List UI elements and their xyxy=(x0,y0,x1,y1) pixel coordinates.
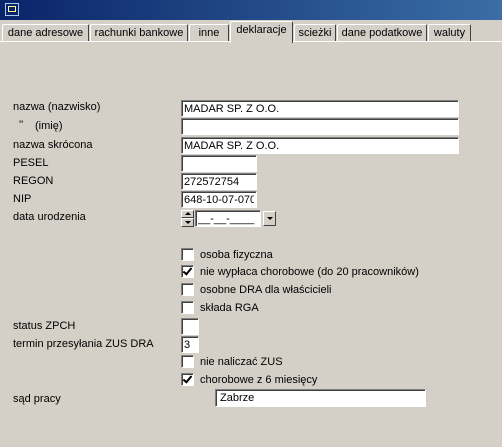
deklaracje-panel: nazwa (nazwisko) '' (imię) nazwa skrócon… xyxy=(0,41,502,447)
sad-pracy-label: sąd pracy xyxy=(13,393,61,405)
nie-wyplaca-chorobowe-label: nie wypłaca chorobowe (do 20 pracowników… xyxy=(200,266,419,278)
pesel-label: PESEL xyxy=(13,157,49,169)
status-zpch-label: status ZPCH xyxy=(13,320,76,332)
tab-dane-adresowe[interactable]: dane adresowe xyxy=(2,24,89,42)
tab-rachunki-bankowe[interactable]: rachunki bankowe xyxy=(90,24,188,42)
nie-naliczac-zus-checkbox[interactable] xyxy=(181,355,194,368)
data-urodzenia-label: data urodzenia xyxy=(13,211,86,223)
spin-down-icon[interactable] xyxy=(181,218,194,227)
nazwa-skrocona-label: nazwa skrócona xyxy=(13,139,93,151)
sklada-rga-label: składa RGA xyxy=(200,302,259,314)
termin-label: termin przesyłania ZUS DRA xyxy=(13,338,154,350)
chorobowe-6-miesiecy-checkbox[interactable] xyxy=(181,373,194,386)
tab-deklaracje[interactable]: deklaracje xyxy=(230,21,293,43)
tab-bar: dane adresowe rachunki bankowe inne dekl… xyxy=(0,20,502,43)
nip-label: NIP xyxy=(13,193,32,205)
nie-naliczac-zus-label: nie naliczać ZUS xyxy=(200,356,283,368)
tab-inne[interactable]: inne xyxy=(189,24,229,42)
tab-sciezki[interactable]: scieżki xyxy=(294,24,336,42)
spin-up-icon[interactable] xyxy=(181,210,194,218)
imie-label-ditto: '' xyxy=(19,119,24,131)
regon-label: REGON xyxy=(13,175,54,187)
osoba-fizyczna-checkbox[interactable] xyxy=(181,248,194,261)
date-spinner[interactable] xyxy=(181,210,194,227)
nip-input[interactable] xyxy=(181,191,257,208)
tab-waluty[interactable]: waluty xyxy=(428,24,471,42)
osoba-fizyczna-label: osoba fizyczna xyxy=(200,249,273,261)
title-bar xyxy=(0,0,502,20)
imie-input[interactable] xyxy=(181,118,459,135)
pesel-input[interactable] xyxy=(181,155,257,172)
nazwa-skrocona-input[interactable] xyxy=(181,137,459,154)
imie-label: (imię) xyxy=(35,120,63,132)
osobne-dra-checkbox[interactable] xyxy=(181,283,194,296)
data-urodzenia-input[interactable] xyxy=(195,210,261,227)
nie-wyplaca-chorobowe-checkbox[interactable] xyxy=(181,265,194,278)
termin-input[interactable] xyxy=(181,336,199,353)
sad-pracy-input[interactable] xyxy=(215,389,426,407)
app-logo-icon[interactable] xyxy=(5,3,19,16)
status-zpch-input[interactable] xyxy=(181,318,199,335)
osobne-dra-label: osobne DRA dla właścicieli xyxy=(200,284,332,296)
nazwa-label: nazwa (nazwisko) xyxy=(13,101,101,113)
chorobowe-6-miesiecy-label: chorobowe z 6 miesięcy xyxy=(200,374,318,386)
sklada-rga-checkbox[interactable] xyxy=(181,301,194,314)
calendar-dropdown-icon[interactable] xyxy=(263,211,276,226)
tab-dane-podatkowe[interactable]: dane podatkowe xyxy=(337,24,427,42)
regon-input[interactable] xyxy=(181,173,257,190)
nazwa-input[interactable] xyxy=(181,100,459,117)
